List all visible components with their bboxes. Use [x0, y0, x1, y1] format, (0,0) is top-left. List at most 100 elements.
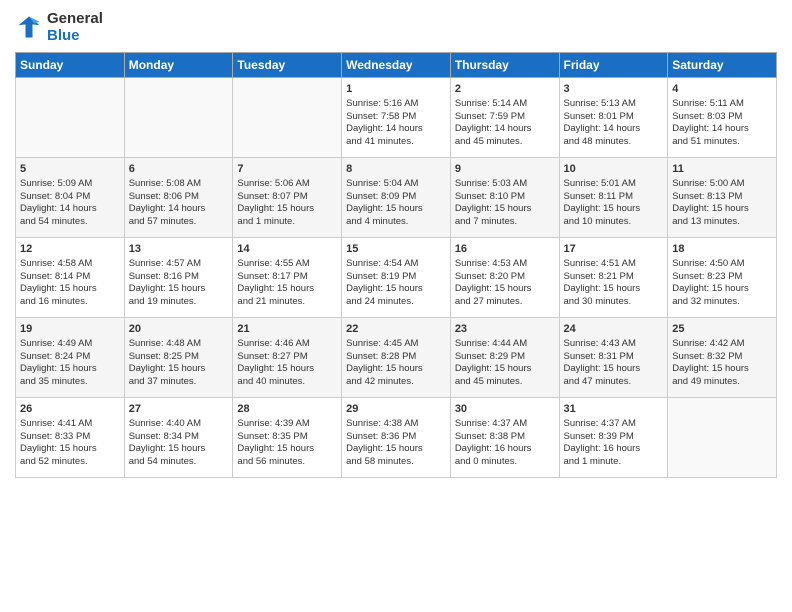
- cell-info: Sunrise: 4:37 AM Sunset: 8:39 PM Dayligh…: [564, 418, 664, 469]
- calendar-cell: 18Sunrise: 4:50 AM Sunset: 8:23 PM Dayli…: [668, 238, 777, 318]
- calendar-cell: 30Sunrise: 4:37 AM Sunset: 8:38 PM Dayli…: [450, 398, 559, 478]
- cell-info: Sunrise: 4:58 AM Sunset: 8:14 PM Dayligh…: [20, 258, 120, 309]
- calendar-cell: 10Sunrise: 5:01 AM Sunset: 8:11 PM Dayli…: [559, 158, 668, 238]
- calendar-week-row: 12Sunrise: 4:58 AM Sunset: 8:14 PM Dayli…: [16, 238, 777, 318]
- calendar-cell: 11Sunrise: 5:00 AM Sunset: 8:13 PM Dayli…: [668, 158, 777, 238]
- day-number: 16: [455, 242, 555, 257]
- logo: General Blue: [15, 10, 103, 44]
- weekday-header-row: SundayMondayTuesdayWednesdayThursdayFrid…: [16, 53, 777, 78]
- calendar-cell: 28Sunrise: 4:39 AM Sunset: 8:35 PM Dayli…: [233, 398, 342, 478]
- calendar-cell: 29Sunrise: 4:38 AM Sunset: 8:36 PM Dayli…: [342, 398, 451, 478]
- calendar-cell: 15Sunrise: 4:54 AM Sunset: 8:19 PM Dayli…: [342, 238, 451, 318]
- cell-info: Sunrise: 5:14 AM Sunset: 7:59 PM Dayligh…: [455, 98, 555, 149]
- day-number: 11: [672, 162, 772, 177]
- calendar-cell: 24Sunrise: 4:43 AM Sunset: 8:31 PM Dayli…: [559, 318, 668, 398]
- logo-text: General Blue: [47, 10, 103, 44]
- cell-info: Sunrise: 4:49 AM Sunset: 8:24 PM Dayligh…: [20, 338, 120, 389]
- calendar-cell: 20Sunrise: 4:48 AM Sunset: 8:25 PM Dayli…: [124, 318, 233, 398]
- day-number: 19: [20, 322, 120, 337]
- calendar-cell: 12Sunrise: 4:58 AM Sunset: 8:14 PM Dayli…: [16, 238, 125, 318]
- day-number: 23: [455, 322, 555, 337]
- cell-info: Sunrise: 4:42 AM Sunset: 8:32 PM Dayligh…: [672, 338, 772, 389]
- cell-info: Sunrise: 5:00 AM Sunset: 8:13 PM Dayligh…: [672, 178, 772, 229]
- logo-icon: [15, 13, 43, 41]
- calendar-cell: 17Sunrise: 4:51 AM Sunset: 8:21 PM Dayli…: [559, 238, 668, 318]
- calendar-cell: 21Sunrise: 4:46 AM Sunset: 8:27 PM Dayli…: [233, 318, 342, 398]
- cell-info: Sunrise: 4:50 AM Sunset: 8:23 PM Dayligh…: [672, 258, 772, 309]
- calendar-cell: 9Sunrise: 5:03 AM Sunset: 8:10 PM Daylig…: [450, 158, 559, 238]
- calendar-cell: 26Sunrise: 4:41 AM Sunset: 8:33 PM Dayli…: [16, 398, 125, 478]
- day-number: 13: [129, 242, 229, 257]
- cell-info: Sunrise: 4:43 AM Sunset: 8:31 PM Dayligh…: [564, 338, 664, 389]
- day-number: 12: [20, 242, 120, 257]
- day-number: 29: [346, 402, 446, 417]
- calendar-cell: [16, 78, 125, 158]
- day-number: 31: [564, 402, 664, 417]
- day-number: 1: [346, 82, 446, 97]
- calendar-cell: 4Sunrise: 5:11 AM Sunset: 8:03 PM Daylig…: [668, 78, 777, 158]
- header: General Blue: [15, 10, 777, 44]
- cell-info: Sunrise: 4:54 AM Sunset: 8:19 PM Dayligh…: [346, 258, 446, 309]
- day-number: 9: [455, 162, 555, 177]
- cell-info: Sunrise: 5:01 AM Sunset: 8:11 PM Dayligh…: [564, 178, 664, 229]
- day-number: 18: [672, 242, 772, 257]
- cell-info: Sunrise: 4:38 AM Sunset: 8:36 PM Dayligh…: [346, 418, 446, 469]
- day-number: 7: [237, 162, 337, 177]
- weekday-header-tuesday: Tuesday: [233, 53, 342, 78]
- day-number: 28: [237, 402, 337, 417]
- day-number: 3: [564, 82, 664, 97]
- calendar-cell: [668, 398, 777, 478]
- calendar-cell: 23Sunrise: 4:44 AM Sunset: 8:29 PM Dayli…: [450, 318, 559, 398]
- calendar-cell: [124, 78, 233, 158]
- page: General Blue SundayMondayTuesdayWednesda…: [0, 0, 792, 612]
- day-number: 20: [129, 322, 229, 337]
- weekday-header-sunday: Sunday: [16, 53, 125, 78]
- cell-info: Sunrise: 4:39 AM Sunset: 8:35 PM Dayligh…: [237, 418, 337, 469]
- weekday-header-saturday: Saturday: [668, 53, 777, 78]
- cell-info: Sunrise: 4:37 AM Sunset: 8:38 PM Dayligh…: [455, 418, 555, 469]
- calendar-cell: 6Sunrise: 5:08 AM Sunset: 8:06 PM Daylig…: [124, 158, 233, 238]
- calendar-cell: 31Sunrise: 4:37 AM Sunset: 8:39 PM Dayli…: [559, 398, 668, 478]
- day-number: 5: [20, 162, 120, 177]
- day-number: 2: [455, 82, 555, 97]
- cell-info: Sunrise: 4:40 AM Sunset: 8:34 PM Dayligh…: [129, 418, 229, 469]
- cell-info: Sunrise: 5:08 AM Sunset: 8:06 PM Dayligh…: [129, 178, 229, 229]
- calendar-cell: 16Sunrise: 4:53 AM Sunset: 8:20 PM Dayli…: [450, 238, 559, 318]
- cell-info: Sunrise: 4:48 AM Sunset: 8:25 PM Dayligh…: [129, 338, 229, 389]
- calendar-cell: 1Sunrise: 5:16 AM Sunset: 7:58 PM Daylig…: [342, 78, 451, 158]
- calendar-week-row: 19Sunrise: 4:49 AM Sunset: 8:24 PM Dayli…: [16, 318, 777, 398]
- calendar-week-row: 1Sunrise: 5:16 AM Sunset: 7:58 PM Daylig…: [16, 78, 777, 158]
- cell-info: Sunrise: 4:51 AM Sunset: 8:21 PM Dayligh…: [564, 258, 664, 309]
- calendar-cell: 25Sunrise: 4:42 AM Sunset: 8:32 PM Dayli…: [668, 318, 777, 398]
- day-number: 21: [237, 322, 337, 337]
- cell-info: Sunrise: 4:53 AM Sunset: 8:20 PM Dayligh…: [455, 258, 555, 309]
- calendar-cell: 2Sunrise: 5:14 AM Sunset: 7:59 PM Daylig…: [450, 78, 559, 158]
- day-number: 10: [564, 162, 664, 177]
- day-number: 25: [672, 322, 772, 337]
- day-number: 14: [237, 242, 337, 257]
- calendar-week-row: 5Sunrise: 5:09 AM Sunset: 8:04 PM Daylig…: [16, 158, 777, 238]
- calendar-cell: 3Sunrise: 5:13 AM Sunset: 8:01 PM Daylig…: [559, 78, 668, 158]
- cell-info: Sunrise: 5:09 AM Sunset: 8:04 PM Dayligh…: [20, 178, 120, 229]
- cell-info: Sunrise: 4:55 AM Sunset: 8:17 PM Dayligh…: [237, 258, 337, 309]
- cell-info: Sunrise: 4:45 AM Sunset: 8:28 PM Dayligh…: [346, 338, 446, 389]
- cell-info: Sunrise: 5:04 AM Sunset: 8:09 PM Dayligh…: [346, 178, 446, 229]
- weekday-header-friday: Friday: [559, 53, 668, 78]
- calendar-cell: 22Sunrise: 4:45 AM Sunset: 8:28 PM Dayli…: [342, 318, 451, 398]
- day-number: 6: [129, 162, 229, 177]
- calendar-cell: 13Sunrise: 4:57 AM Sunset: 8:16 PM Dayli…: [124, 238, 233, 318]
- cell-info: Sunrise: 5:11 AM Sunset: 8:03 PM Dayligh…: [672, 98, 772, 149]
- day-number: 26: [20, 402, 120, 417]
- day-number: 15: [346, 242, 446, 257]
- cell-info: Sunrise: 5:06 AM Sunset: 8:07 PM Dayligh…: [237, 178, 337, 229]
- day-number: 4: [672, 82, 772, 97]
- calendar-table: SundayMondayTuesdayWednesdayThursdayFrid…: [15, 52, 777, 478]
- calendar-cell: 7Sunrise: 5:06 AM Sunset: 8:07 PM Daylig…: [233, 158, 342, 238]
- day-number: 8: [346, 162, 446, 177]
- calendar-cell: 27Sunrise: 4:40 AM Sunset: 8:34 PM Dayli…: [124, 398, 233, 478]
- cell-info: Sunrise: 4:46 AM Sunset: 8:27 PM Dayligh…: [237, 338, 337, 389]
- calendar-cell: 5Sunrise: 5:09 AM Sunset: 8:04 PM Daylig…: [16, 158, 125, 238]
- weekday-header-thursday: Thursday: [450, 53, 559, 78]
- calendar-cell: 14Sunrise: 4:55 AM Sunset: 8:17 PM Dayli…: [233, 238, 342, 318]
- cell-info: Sunrise: 4:44 AM Sunset: 8:29 PM Dayligh…: [455, 338, 555, 389]
